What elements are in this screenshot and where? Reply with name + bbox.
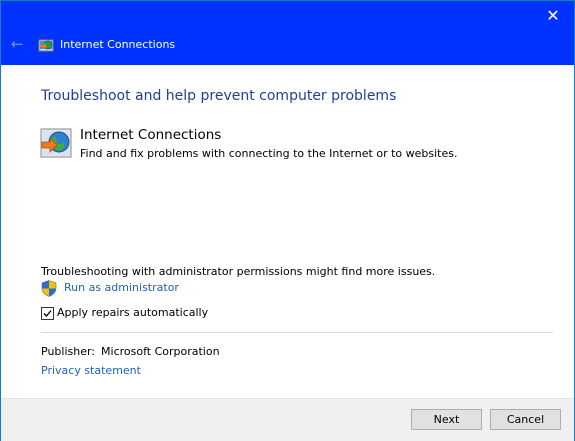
footer-bar: Next Cancel	[1, 398, 574, 441]
apply-repairs-checkbox[interactable]	[41, 307, 54, 320]
publisher-value: Microsoft Corporation	[101, 345, 220, 358]
internet-connections-icon	[38, 39, 54, 52]
window-title: Internet Connections	[60, 38, 176, 51]
cancel-button[interactable]: Cancel	[490, 409, 561, 430]
title-bar: ✕ ← Internet Connections	[1, 1, 574, 65]
uac-shield-icon	[41, 280, 57, 297]
internet-connections-icon[interactable]	[40, 128, 72, 158]
next-button[interactable]: Next	[411, 409, 482, 430]
page-heading: Troubleshoot and help prevent computer p…	[41, 88, 397, 104]
publisher-label: Publisher:	[41, 345, 96, 358]
troubleshooter-window: ✕ ← Internet Connections Troubleshoot an…	[0, 0, 575, 441]
divider	[41, 332, 553, 333]
publisher-info: Publisher: Microsoft Corporation	[41, 345, 220, 359]
back-arrow-icon: ←	[10, 35, 24, 53]
back-button[interactable]: ←	[8, 34, 26, 54]
privacy-statement-link[interactable]: Privacy statement	[41, 364, 141, 378]
checkmark-icon	[43, 310, 52, 317]
close-icon: ✕	[546, 6, 560, 25]
troubleshooter-title[interactable]: Internet Connections	[80, 127, 221, 144]
close-button[interactable]: ✕	[538, 4, 568, 28]
apply-repairs-label[interactable]: Apply repairs automatically	[57, 306, 208, 320]
admin-permissions-note: Troubleshooting with administrator permi…	[41, 265, 436, 278]
troubleshooter-description: Find and fix problems with connecting to…	[80, 147, 458, 160]
run-as-administrator-link[interactable]: Run as administrator	[64, 281, 179, 295]
